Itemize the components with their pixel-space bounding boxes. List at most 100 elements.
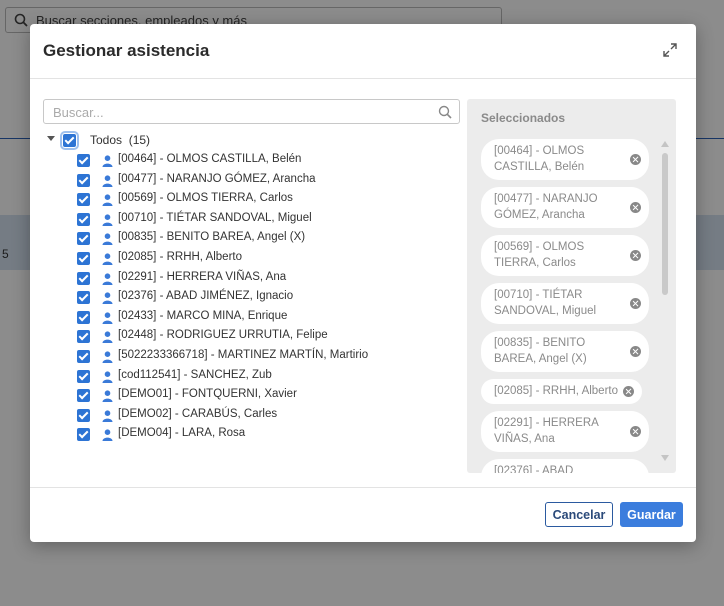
- employee-label: [02433] - MARCO MINA, Enrique: [118, 309, 288, 322]
- selected-chip: [00835] - BENITO BAREA, Angel (X): [481, 331, 649, 372]
- remove-chip-icon[interactable]: [630, 249, 641, 261]
- person-icon: [102, 429, 113, 442]
- person-icon: [102, 272, 113, 285]
- employee-label: [00835] - BENITO BAREA, Angel (X): [118, 231, 306, 244]
- person-icon: [102, 410, 113, 422]
- employee-label: [00710] - TIÉTAR SANDOVAL, Miguel: [118, 211, 312, 224]
- employee-list: [00464] - OLMOS CASTILLA, Belén [00477] -…: [77, 151, 457, 445]
- person-icon: [102, 155, 113, 167]
- employee-checkbox[interactable]: [77, 154, 90, 167]
- employee-search-input[interactable]: [51, 100, 435, 124]
- employee-row[interactable]: [02376] - ABAD JIMÉNEZ, Ignacio: [77, 288, 457, 308]
- employee-label: [DEMO01] - FONTQUERNI, Xavier: [118, 388, 297, 401]
- person-icon: [102, 292, 113, 305]
- employee-label: [02448] - RODRIGUEZ URRUTIA, Felipe: [118, 329, 328, 342]
- employee-row[interactable]: [00569] - OLMOS TIERRA, Carlos: [77, 190, 457, 210]
- employee-label: [DEMO02] - CARABÚS, Carles: [118, 407, 278, 420]
- employee-row[interactable]: [02433] - MARCO MINA, Enrique: [77, 308, 457, 328]
- person-icon: [102, 214, 113, 226]
- employee-checkbox[interactable]: [77, 271, 90, 285]
- select-all-checkbox[interactable]: [60, 131, 79, 150]
- employee-checkbox[interactable]: [77, 212, 90, 226]
- employee-label: [cod112541] - SANCHEZ, Zub: [118, 368, 272, 381]
- remove-chip-icon[interactable]: [630, 297, 641, 309]
- person-icon: [102, 233, 113, 246]
- person-icon: [102, 194, 113, 207]
- save-button[interactable]: Guardar: [620, 502, 683, 527]
- employee-checkbox[interactable]: [77, 251, 90, 265]
- selected-chip: [00710] - TIÉTAR SANDOVAL, Miguel: [481, 283, 649, 324]
- selected-chip-label: [02085] - RRHH, Alberto: [494, 385, 619, 397]
- search-icon[interactable]: [438, 105, 452, 119]
- employee-label: [00569] - OLMOS TIERRA, Carlos: [118, 192, 293, 205]
- selected-chip-label: [00464] - OLMOS CASTILLA, Belén: [494, 145, 585, 173]
- person-icon: [102, 253, 113, 265]
- remove-chip-icon[interactable]: [623, 385, 635, 397]
- modal-footer-divider: [30, 487, 696, 488]
- selected-chip: [00477] - NARANJO GÓMEZ, Arancha: [481, 187, 649, 228]
- person-icon: [102, 390, 113, 403]
- employee-checkbox[interactable]: [77, 408, 90, 422]
- expand-icon[interactable]: [662, 42, 678, 58]
- employee-checkbox[interactable]: [77, 389, 90, 403]
- employee-label: [00464] - OLMOS CASTILLA, Belén: [118, 153, 302, 165]
- selected-chip-label: [00710] - TIÉTAR SANDOVAL, Miguel: [494, 289, 597, 317]
- employee-checkbox[interactable]: [77, 349, 90, 363]
- employee-row[interactable]: [cod112541] - SANCHEZ, Zub: [77, 367, 457, 387]
- employee-checkbox[interactable]: [77, 173, 90, 187]
- employee-label: [02085] - RRHH, Alberto: [118, 250, 243, 263]
- employee-row[interactable]: [DEMO01] - FONTQUERNI, Xavier: [77, 386, 457, 406]
- remove-chip-icon[interactable]: [630, 153, 641, 165]
- employee-checkbox[interactable]: [77, 330, 90, 344]
- employee-checkbox[interactable]: [77, 291, 90, 305]
- cancel-button[interactable]: Cancelar: [545, 502, 613, 527]
- selected-chip: [00464] - OLMOS CASTILLA, Belén: [481, 139, 649, 180]
- employee-row[interactable]: [00710] - TIÉTAR SANDOVAL, Miguel: [77, 210, 457, 230]
- employee-row[interactable]: [02291] - HERRERA VIÑAS, Ana: [77, 269, 457, 289]
- selected-scrollbar[interactable]: [661, 141, 669, 461]
- employee-label: [02291] - HERRERA VIÑAS, Ana: [118, 270, 287, 283]
- employee-checkbox[interactable]: [77, 193, 90, 207]
- employee-search: [43, 99, 460, 124]
- scroll-down-icon[interactable]: [661, 455, 669, 461]
- employee-row[interactable]: [DEMO02] - CARABÚS, Carles: [77, 406, 457, 426]
- employee-label: [DEMO04] - LARA, Rosa: [118, 427, 246, 440]
- employee-label: [5022233366718] - MARTINEZ MARTÍN, Marti…: [118, 348, 369, 361]
- employee-label: [02376] - ABAD JIMÉNEZ, Ignacio: [118, 290, 294, 303]
- selected-chip-label: [02291] - HERRERA VIÑAS, Ana: [494, 417, 599, 445]
- selected-panel: Seleccionados [00464] - OLMOS CASTILLA, …: [467, 99, 676, 473]
- employee-row[interactable]: [02085] - RRHH, Alberto: [77, 249, 457, 269]
- modal-header: Gestionar asistencia: [30, 24, 696, 79]
- selected-chip-label: [00569] - OLMOS TIERRA, Carlos: [494, 241, 585, 269]
- employee-checkbox[interactable]: [77, 232, 90, 246]
- attendance-modal: Gestionar asistencia Todos (15) [00464] …: [30, 24, 696, 542]
- employee-row[interactable]: [5022233366718] - MARTINEZ MARTÍN, Marti…: [77, 347, 457, 367]
- collapse-caret-icon[interactable]: [47, 136, 55, 141]
- remove-chip-icon[interactable]: [630, 345, 641, 357]
- employee-row[interactable]: [00477] - NARANJO GÓMEZ, Arancha: [77, 171, 457, 191]
- employee-label: [00477] - NARANJO GÓMEZ, Arancha: [118, 172, 316, 185]
- selected-chip: [02085] - RRHH, Alberto: [481, 379, 643, 404]
- employee-row[interactable]: [02448] - RODRIGUEZ URRUTIA, Felipe: [77, 327, 457, 347]
- person-icon: [102, 331, 113, 344]
- selected-chip: [02376] - ABAD JIMÉNEZ, Ignacio: [481, 459, 649, 473]
- person-icon: [102, 174, 113, 187]
- employee-row[interactable]: [00464] - OLMOS CASTILLA, Belén: [77, 151, 457, 171]
- selected-chip: [00569] - OLMOS TIERRA, Carlos: [481, 235, 649, 276]
- selected-title: Seleccionados: [481, 111, 566, 125]
- selected-chip-label: [00477] - NARANJO GÓMEZ, Arancha: [494, 193, 598, 221]
- remove-chip-icon[interactable]: [630, 201, 641, 213]
- employee-row[interactable]: [00835] - BENITO BAREA, Angel (X): [77, 229, 457, 249]
- person-icon: [102, 312, 113, 324]
- scroll-up-icon[interactable]: [661, 141, 669, 147]
- modal-title: Gestionar asistencia: [43, 41, 210, 60]
- employee-row[interactable]: [DEMO04] - LARA, Rosa: [77, 425, 457, 445]
- remove-chip-icon[interactable]: [630, 425, 641, 437]
- employee-checkbox[interactable]: [77, 310, 90, 324]
- selected-chip: [02291] - HERRERA VIÑAS, Ana: [481, 411, 649, 452]
- selected-chip-label: [02376] - ABAD JIMÉNEZ, Ignacio: [494, 465, 574, 473]
- scroll-thumb[interactable]: [662, 153, 668, 295]
- employee-checkbox[interactable]: [77, 369, 90, 383]
- employee-checkbox[interactable]: [77, 428, 90, 442]
- person-icon: [102, 351, 113, 363]
